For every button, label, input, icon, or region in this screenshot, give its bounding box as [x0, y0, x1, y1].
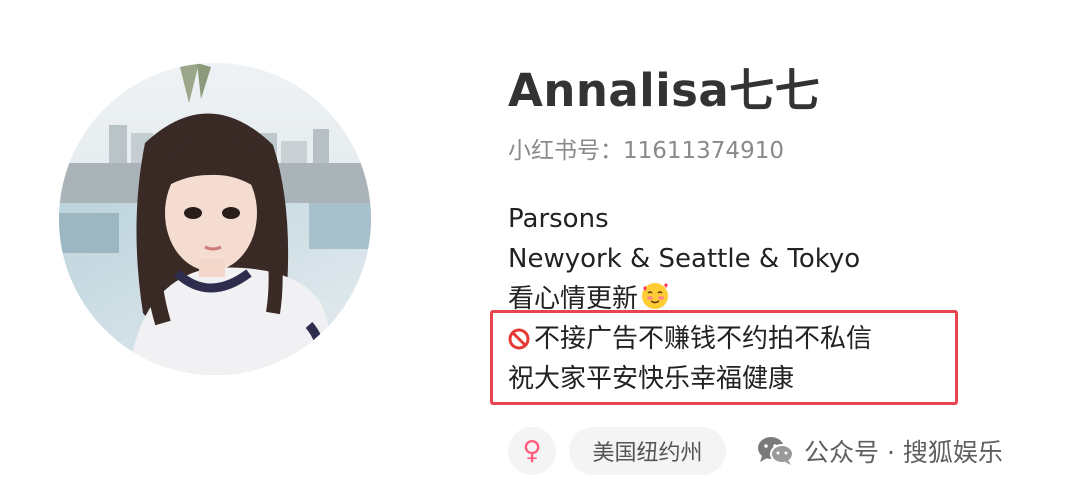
profile-username: Annalisa七七 — [508, 64, 821, 117]
avatar-image — [59, 63, 371, 375]
watermark-text: 公众号 · 搜狐娱乐 — [804, 438, 1003, 467]
wechat-icon — [758, 437, 794, 465]
gender-tag: ♀ — [508, 427, 556, 475]
bio-line-1: Parsons — [508, 204, 609, 234]
bio-line-2: Newyork & Seattle & Tokyo — [508, 244, 861, 274]
female-icon: ♀ — [522, 436, 542, 466]
profile-card: Annalisa七七 小红书号：11611374910 Parsons Newy… — [0, 0, 1080, 493]
avatar[interactable] — [59, 63, 371, 375]
profile-redid: 小红书号：11611374910 — [508, 138, 784, 164]
highlight-box — [490, 310, 958, 405]
location-tag[interactable]: 美国纽约州 — [569, 427, 726, 475]
watermark: 公众号 · 搜狐娱乐 — [756, 430, 1003, 472]
